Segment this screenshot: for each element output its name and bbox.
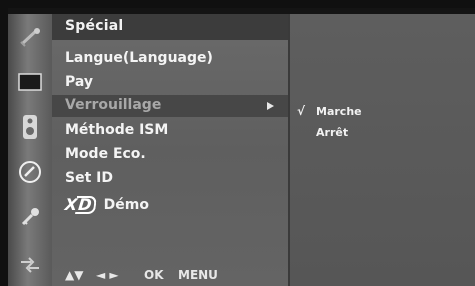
menu-item-eco-mode[interactable]: Mode Eco. bbox=[52, 144, 288, 166]
ok-hint: OK bbox=[144, 268, 164, 282]
menu-item-set-id[interactable]: Set ID bbox=[52, 168, 288, 190]
up-down-arrows-icon: ▲▼ bbox=[65, 268, 84, 282]
menu-item-label: Verrouillage bbox=[65, 97, 162, 113]
menu-item-pay[interactable]: Pay bbox=[52, 72, 288, 94]
menu-hint: MENU bbox=[178, 268, 218, 282]
key-icon[interactable] bbox=[8, 198, 52, 236]
menu-header: Spécial bbox=[52, 14, 288, 40]
menu-item-label: Pay bbox=[65, 74, 94, 90]
menu-item-language[interactable]: Langue(Language) bbox=[52, 48, 288, 70]
demo-label-wrap: XD Démo bbox=[64, 194, 149, 214]
option-off[interactable]: Arrêt bbox=[316, 126, 348, 139]
time-icon[interactable] bbox=[8, 153, 52, 191]
menu-title: Spécial bbox=[65, 18, 124, 34]
menu-item-lock[interactable]: Verrouillage bbox=[52, 95, 288, 117]
menu-item-ism[interactable]: Méthode ISM bbox=[52, 120, 288, 142]
xd-logo: XD bbox=[64, 195, 97, 214]
checkmark-icon: √ bbox=[297, 104, 306, 118]
option-on[interactable]: Marche bbox=[316, 105, 362, 118]
menu-item-label: Langue(Language) bbox=[65, 50, 213, 66]
setup-icon[interactable] bbox=[8, 18, 52, 56]
special-menu-panel: Spécial Langue(Language) Pay Verrouillag… bbox=[52, 14, 290, 286]
submenu-arrow-icon bbox=[267, 102, 274, 110]
menu-item-demo[interactable]: XD Démo bbox=[52, 192, 288, 214]
menu-item-label: Set ID bbox=[65, 170, 113, 186]
menu-item-label: Mode Eco. bbox=[65, 146, 146, 162]
menu-item-label: Méthode ISM bbox=[65, 122, 169, 138]
menu-item-label: Démo bbox=[103, 197, 149, 213]
special-icon[interactable] bbox=[8, 246, 52, 284]
menu-icon-column bbox=[8, 14, 53, 286]
left-right-arrows-icon: ◄ ► bbox=[96, 268, 119, 282]
picture-icon[interactable] bbox=[8, 63, 52, 101]
audio-icon[interactable] bbox=[8, 108, 52, 146]
navigation-help: ▲▼ ◄ ► OK MENU bbox=[52, 266, 288, 286]
lock-submenu-panel: √ Marche Arrêt bbox=[290, 14, 475, 286]
